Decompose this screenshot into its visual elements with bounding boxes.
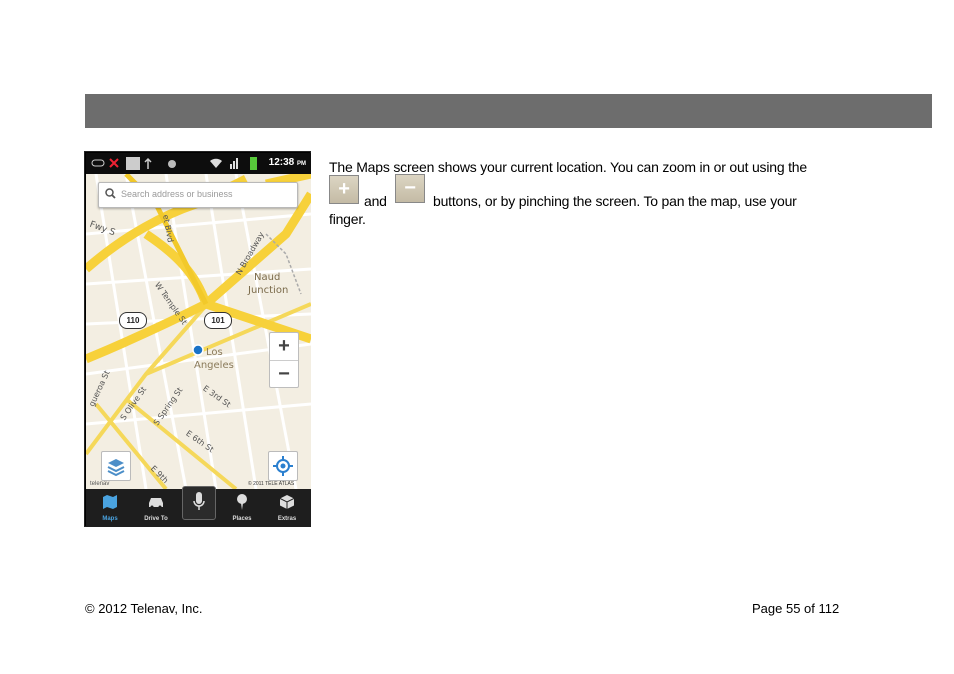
zoom-control: + − xyxy=(269,332,299,388)
microphone-icon xyxy=(193,492,205,510)
map-label-los: Los xyxy=(206,347,223,358)
map-label-junction: Junction xyxy=(248,285,289,296)
tab-extras[interactable]: Extras xyxy=(269,489,305,527)
body-line-3: finger. xyxy=(329,211,366,227)
layers-button[interactable] xyxy=(101,451,131,481)
status-bar: 12:38 PM xyxy=(86,153,311,174)
tab-maps-label: Maps xyxy=(102,516,118,522)
tab-maps[interactable]: Maps xyxy=(92,489,128,527)
map-copyright: © 2011 TELE ATLAS xyxy=(248,481,295,487)
map-label-angeles: Angeles xyxy=(194,360,234,371)
phone-screenshot: 12:38 PM Fwy S et Blvd N Broadway W Temp… xyxy=(84,151,311,527)
zoom-in-button[interactable]: + xyxy=(270,333,298,359)
car-icon xyxy=(149,498,163,509)
map-icon xyxy=(103,495,117,509)
extras-box-icon xyxy=(280,495,294,509)
section-header-bar xyxy=(85,94,932,128)
map-label-naud: Naud xyxy=(254,272,281,283)
my-location-button[interactable] xyxy=(268,451,298,481)
route-101-shield: 101 xyxy=(204,312,232,329)
tab-drive-to-label: Drive To xyxy=(144,516,168,522)
tab-extras-label: Extras xyxy=(277,516,297,522)
crosshair-icon xyxy=(273,456,293,476)
zoom-out-button[interactable]: − xyxy=(270,360,298,387)
map-brand: telenav xyxy=(90,481,110,487)
current-location-icon xyxy=(192,344,204,356)
footer-page-number: Page 55 of 112 xyxy=(752,601,840,616)
zoom-in-button-image: + xyxy=(329,175,359,204)
bottom-tab-bar: Maps Drive To Places Extras xyxy=(86,486,311,527)
status-clock: 12:38 PM xyxy=(268,157,306,168)
zoom-out-button-image: − xyxy=(395,174,425,203)
signal-icons xyxy=(210,157,257,170)
body-line-2-text: buttons, or by pinching the screen. To p… xyxy=(433,193,797,209)
and-text: and xyxy=(364,193,387,209)
footer-copyright: © 2012 Telenav, Inc. xyxy=(85,601,203,616)
tab-voice[interactable] xyxy=(182,486,216,520)
tab-drive-to[interactable]: Drive To xyxy=(134,489,178,527)
search-placeholder: Search address or business xyxy=(121,189,233,199)
search-input[interactable]: Search address or business xyxy=(98,182,298,208)
layers-icon xyxy=(107,459,125,477)
route-110-shield: 110 xyxy=(119,312,147,329)
status-icons xyxy=(91,157,176,170)
map-view[interactable]: Fwy S et Blvd N Broadway W Temple St Nau… xyxy=(86,174,311,489)
tab-places[interactable]: Places xyxy=(224,489,260,527)
search-icon xyxy=(105,188,116,199)
tab-places-label: Places xyxy=(232,516,252,522)
place-pin-icon xyxy=(237,494,247,510)
